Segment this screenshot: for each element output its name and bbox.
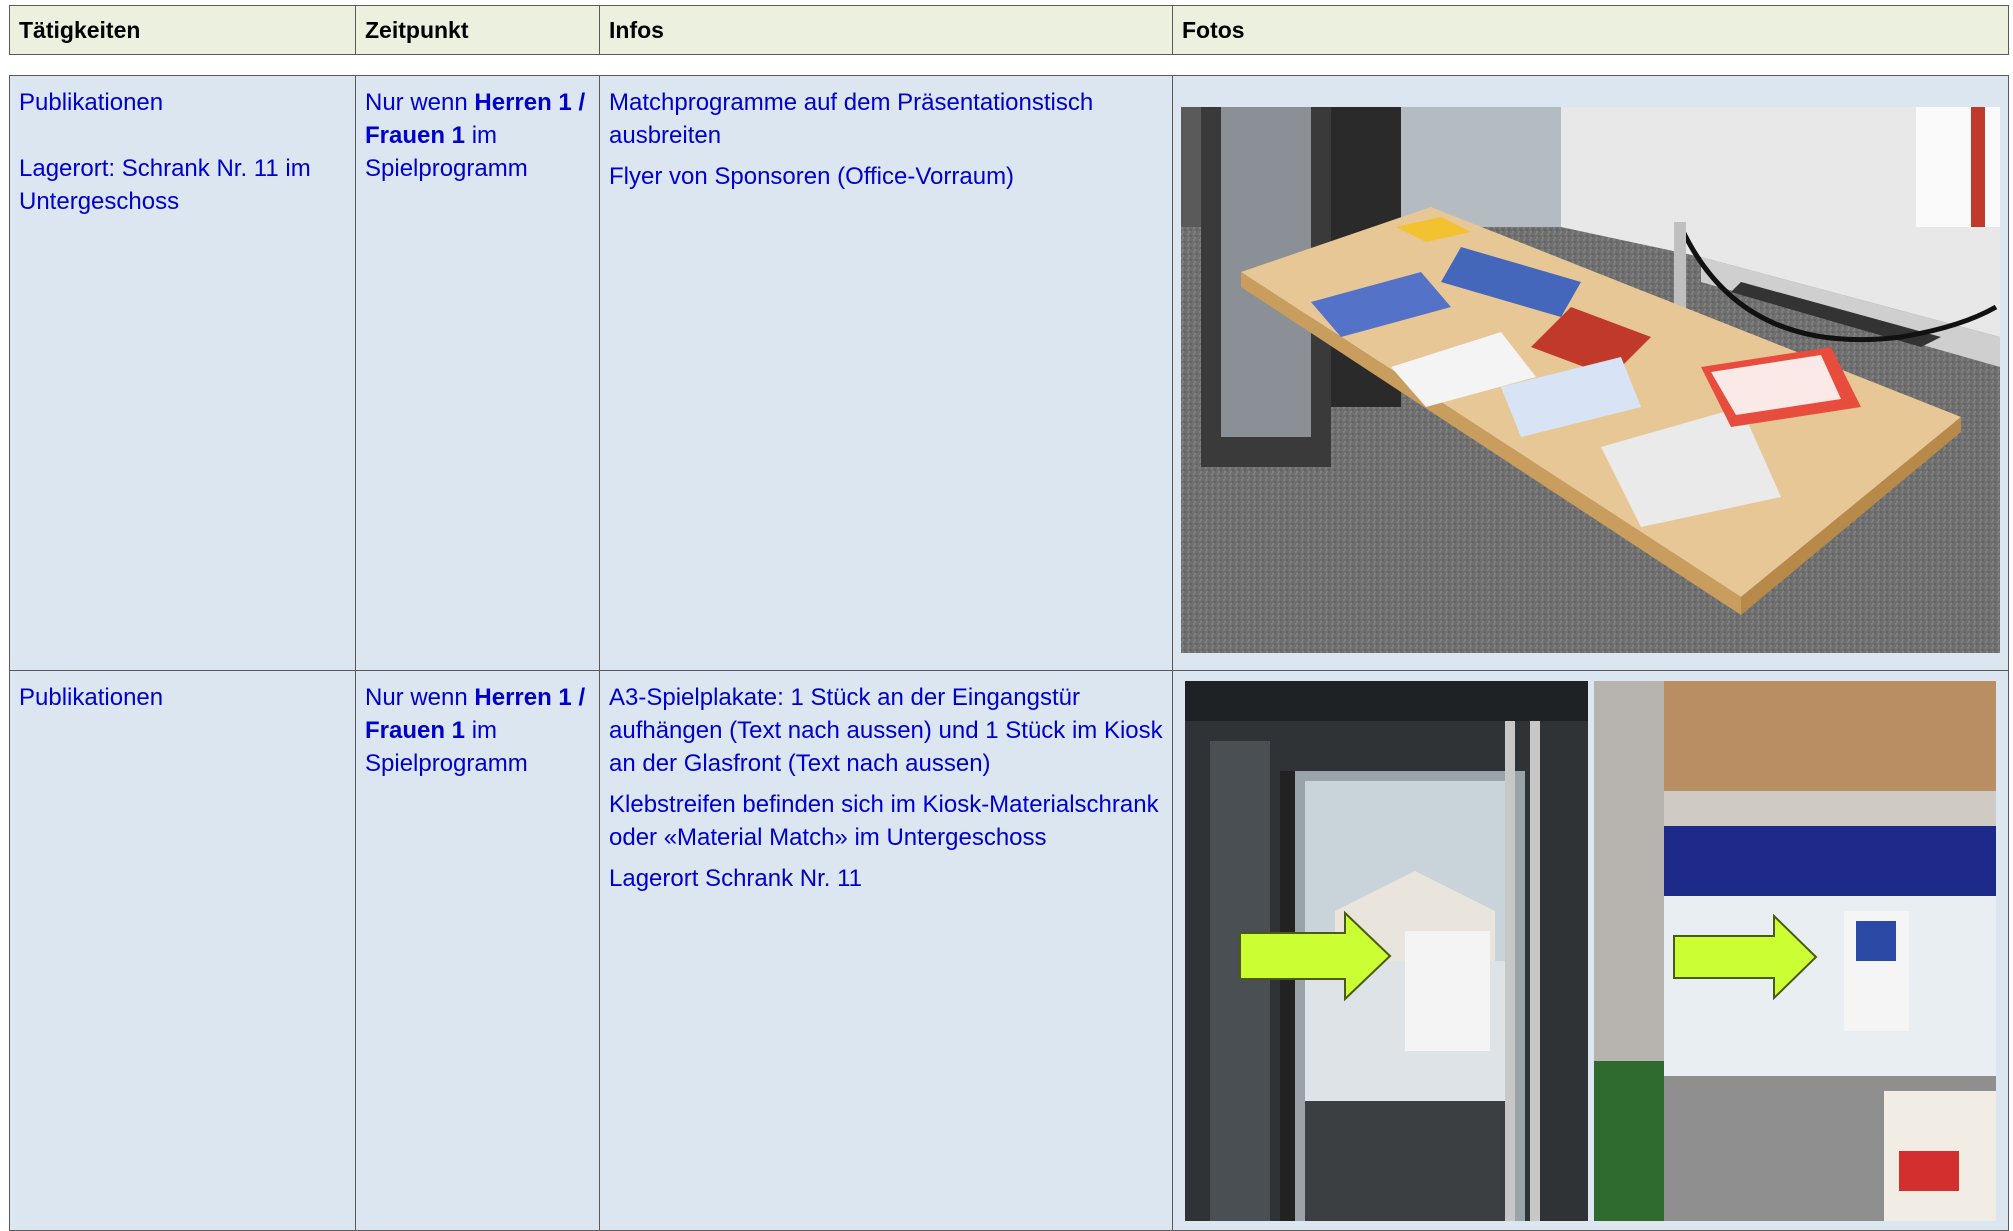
cell-timing: Nur wenn Herren 1 / Frauen 1 im Spielpro… <box>355 670 600 1231</box>
activity-label: Publikationen <box>19 89 164 116</box>
timing-text: Nur wenn <box>365 89 475 116</box>
info-line: Lagerort Schrank Nr. 11 <box>609 865 863 892</box>
timing-herren: Herren 1 / <box>474 684 586 711</box>
info-line: Klebstreifen befinden sich im Kiosk-Mate… <box>609 791 1159 851</box>
timing-frauen: Frauen 1 <box>365 122 466 149</box>
cell-timing: Nur wenn Herren 1 / Frauen 1 im Spielpro… <box>355 75 600 671</box>
timing-frauen: Frauen 1 <box>365 717 466 744</box>
info-line: Flyer von Sponsoren (Office-Vorraum) <box>609 163 1015 190</box>
header-fotos: Fotos <box>1172 5 2009 55</box>
header-zeitpunkt: Zeitpunkt <box>355 5 600 55</box>
table-row: Publikationen Lagerort: Schrank Nr. 11 i… <box>9 75 2009 671</box>
task-table: Publikationen Lagerort: Schrank Nr. 11 i… <box>9 75 2009 1231</box>
photo-kiosk-glassfront <box>1593 681 1996 1221</box>
photo-presentation-table <box>1181 107 2000 653</box>
cell-activity: Publikationen <box>9 670 356 1231</box>
info-line: A3-Spielplakate: 1 Stück an der Eingangs… <box>609 684 1163 777</box>
table-row: Publikationen Nur wenn Herren 1 / Frauen… <box>9 670 2009 1231</box>
table-header: Tätigkeiten Zeitpunkt Infos Fotos <box>9 5 2009 55</box>
cell-activity: Publikationen Lagerort: Schrank Nr. 11 i… <box>9 75 356 671</box>
location-label: Lagerort: Schrank Nr. 11 im Untergeschos… <box>19 155 311 215</box>
cell-photos <box>1172 75 2009 671</box>
cell-photos <box>1172 670 2009 1231</box>
info-line: Matchprogramme auf dem Präsentationstisc… <box>609 89 1094 149</box>
cell-infos: A3-Spielplakate: 1 Stück an der Eingangs… <box>599 670 1173 1231</box>
timing-herren: Herren 1 / <box>474 89 586 116</box>
activity-label: Publikationen <box>19 684 164 711</box>
document-page: Tätigkeiten Zeitpunkt Infos Fotos Publik… <box>0 0 2013 1231</box>
header-infos: Infos <box>599 5 1173 55</box>
header-taetigkeiten: Tätigkeiten <box>9 5 356 55</box>
cell-infos: Matchprogramme auf dem Präsentationstisc… <box>599 75 1173 671</box>
timing-text: Nur wenn <box>365 684 475 711</box>
photo-entrance-door <box>1185 681 1588 1221</box>
